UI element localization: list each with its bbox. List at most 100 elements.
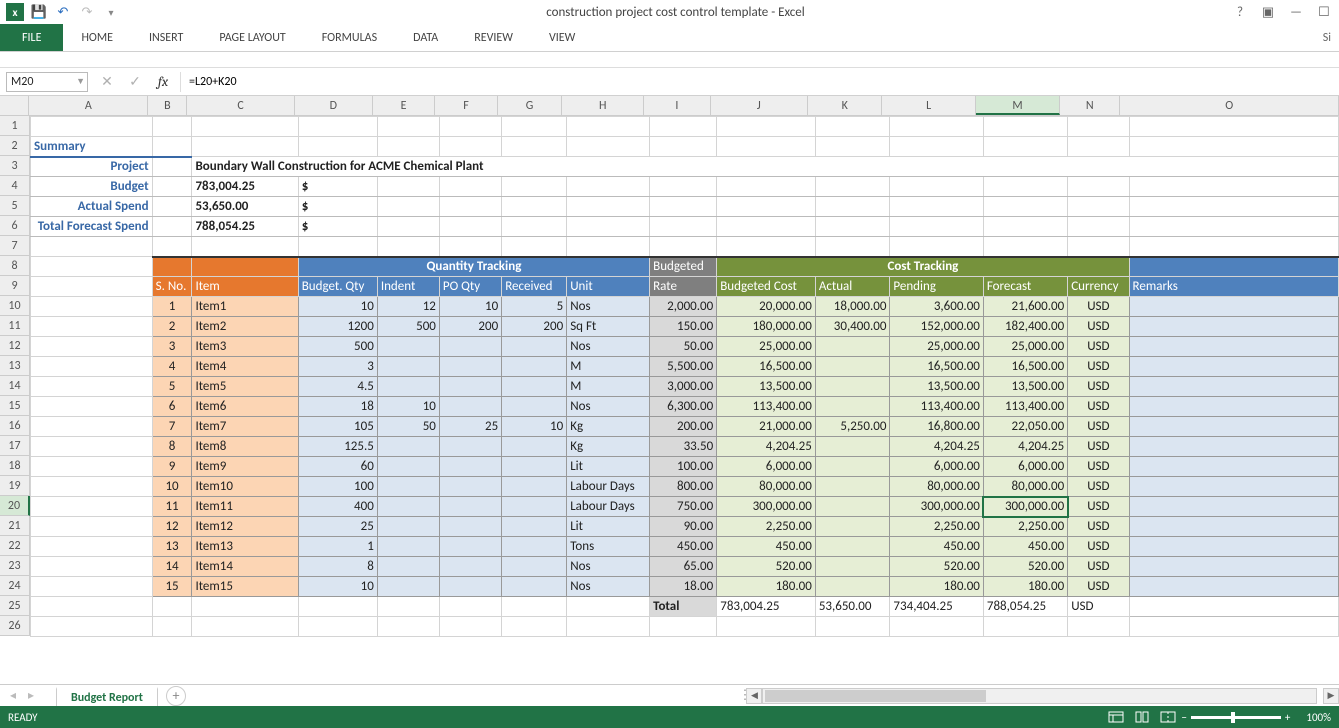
cell[interactable]: 2,250.00 <box>983 517 1067 537</box>
row-header[interactable]: 24 <box>0 576 30 596</box>
row-header[interactable]: 9 <box>0 276 30 296</box>
row-header[interactable]: 4 <box>0 176 30 196</box>
cell[interactable]: Item <box>192 277 298 297</box>
cell[interactable] <box>1129 377 1338 397</box>
cell[interactable]: 6,000.00 <box>890 457 983 477</box>
row-header[interactable]: 6 <box>0 216 30 236</box>
cell[interactable] <box>377 557 439 577</box>
cell[interactable] <box>1129 577 1338 597</box>
row-header[interactable]: 26 <box>0 616 30 636</box>
cell[interactable]: Item2 <box>192 317 298 337</box>
cell[interactable] <box>815 497 890 517</box>
add-sheet-icon[interactable]: + <box>166 686 186 706</box>
cell[interactable]: S. No. <box>152 277 192 297</box>
column-header[interactable]: I <box>644 96 710 115</box>
cell[interactable]: 10 <box>298 577 377 597</box>
cell[interactable]: Indent <box>377 277 439 297</box>
row-header[interactable]: 18 <box>0 456 30 476</box>
zoom-level[interactable]: 100% <box>1306 711 1331 724</box>
cell[interactable] <box>377 617 439 637</box>
cell[interactable] <box>31 237 153 257</box>
cell[interactable] <box>890 117 983 137</box>
name-box[interactable]: M20 ▼ <box>6 72 88 92</box>
view-page-break-icon[interactable] <box>1155 708 1181 726</box>
cell[interactable]: Item9 <box>192 457 298 477</box>
cell[interactable]: 13 <box>152 537 192 557</box>
cell[interactable] <box>152 617 192 637</box>
cell[interactable]: 200 <box>439 317 501 337</box>
view-page-layout-icon[interactable] <box>1129 708 1155 726</box>
cell[interactable] <box>1129 457 1338 477</box>
cell[interactable]: Cost Tracking <box>717 257 1129 277</box>
cell[interactable]: 300,000.00 <box>717 497 816 517</box>
cell[interactable]: Item8 <box>192 437 298 457</box>
cell[interactable] <box>983 617 1067 637</box>
cell[interactable] <box>1129 477 1338 497</box>
cell[interactable] <box>439 177 501 197</box>
row-header[interactable]: 20 <box>0 496 30 516</box>
cell[interactable]: 5,250.00 <box>815 417 890 437</box>
cell[interactable]: Item15 <box>192 577 298 597</box>
cell[interactable] <box>377 477 439 497</box>
cell[interactable] <box>1129 557 1338 577</box>
cell[interactable] <box>377 497 439 517</box>
cell[interactable] <box>192 617 298 637</box>
cell[interactable] <box>502 357 567 377</box>
cell[interactable] <box>567 137 650 157</box>
cell[interactable] <box>983 197 1067 217</box>
column-header[interactable]: L <box>882 96 976 115</box>
cell[interactable] <box>1129 317 1338 337</box>
tab-insert[interactable]: INSERT <box>131 24 201 51</box>
cell[interactable]: M <box>567 377 650 397</box>
cell[interactable] <box>502 517 567 537</box>
cell[interactable]: 6 <box>152 397 192 417</box>
cell[interactable]: Kg <box>567 437 650 457</box>
tab-file[interactable]: FILE <box>0 24 63 51</box>
cell[interactable]: Actual Spend <box>31 197 153 217</box>
cell[interactable]: 6,000.00 <box>717 457 816 477</box>
cell[interactable] <box>377 117 439 137</box>
select-all-corner[interactable] <box>0 96 29 115</box>
cell[interactable] <box>439 577 501 597</box>
cell[interactable] <box>650 237 717 257</box>
row-header[interactable]: 13 <box>0 356 30 376</box>
cell[interactable] <box>502 537 567 557</box>
cell[interactable] <box>502 377 567 397</box>
cell[interactable] <box>192 137 298 157</box>
sheet-nav-first-icon[interactable]: ◂ <box>4 688 22 703</box>
cell[interactable] <box>502 617 567 637</box>
cell[interactable]: 788,054.25 <box>983 597 1067 617</box>
cell[interactable] <box>439 537 501 557</box>
cell[interactable]: 50.00 <box>650 337 717 357</box>
cell[interactable] <box>717 217 816 237</box>
cell[interactable] <box>31 497 153 517</box>
cell[interactable]: USD <box>1068 497 1129 517</box>
cell[interactable] <box>815 357 890 377</box>
cell[interactable] <box>31 537 153 557</box>
cell[interactable] <box>815 237 890 257</box>
column-header[interactable]: A <box>29 96 148 115</box>
qat-customize-icon[interactable]: ▾ <box>100 2 122 22</box>
row-header[interactable]: 19 <box>0 476 30 496</box>
cell[interactable]: 180.00 <box>983 577 1067 597</box>
cell[interactable] <box>192 257 298 277</box>
cell[interactable]: 300,000.00 <box>890 497 983 517</box>
cell[interactable] <box>567 237 650 257</box>
column-header[interactable]: F <box>435 96 497 115</box>
cell[interactable] <box>31 377 153 397</box>
cell[interactable] <box>567 597 650 617</box>
cell[interactable] <box>1129 137 1338 157</box>
cell[interactable]: 25,000.00 <box>890 337 983 357</box>
cell[interactable]: Nos <box>567 297 650 317</box>
cell[interactable] <box>1129 237 1338 257</box>
cell[interactable]: M <box>567 357 650 377</box>
cell[interactable] <box>31 517 153 537</box>
cell[interactable] <box>31 357 153 377</box>
cell[interactable]: 783,004.25 <box>717 597 816 617</box>
zoom-in-icon[interactable]: + <box>1285 711 1290 724</box>
hscroll-left-icon[interactable]: ◀ <box>746 688 762 704</box>
cell[interactable] <box>815 217 890 237</box>
cell[interactable] <box>650 117 717 137</box>
cell[interactable] <box>1129 257 1338 277</box>
cell[interactable]: 6,300.00 <box>650 397 717 417</box>
